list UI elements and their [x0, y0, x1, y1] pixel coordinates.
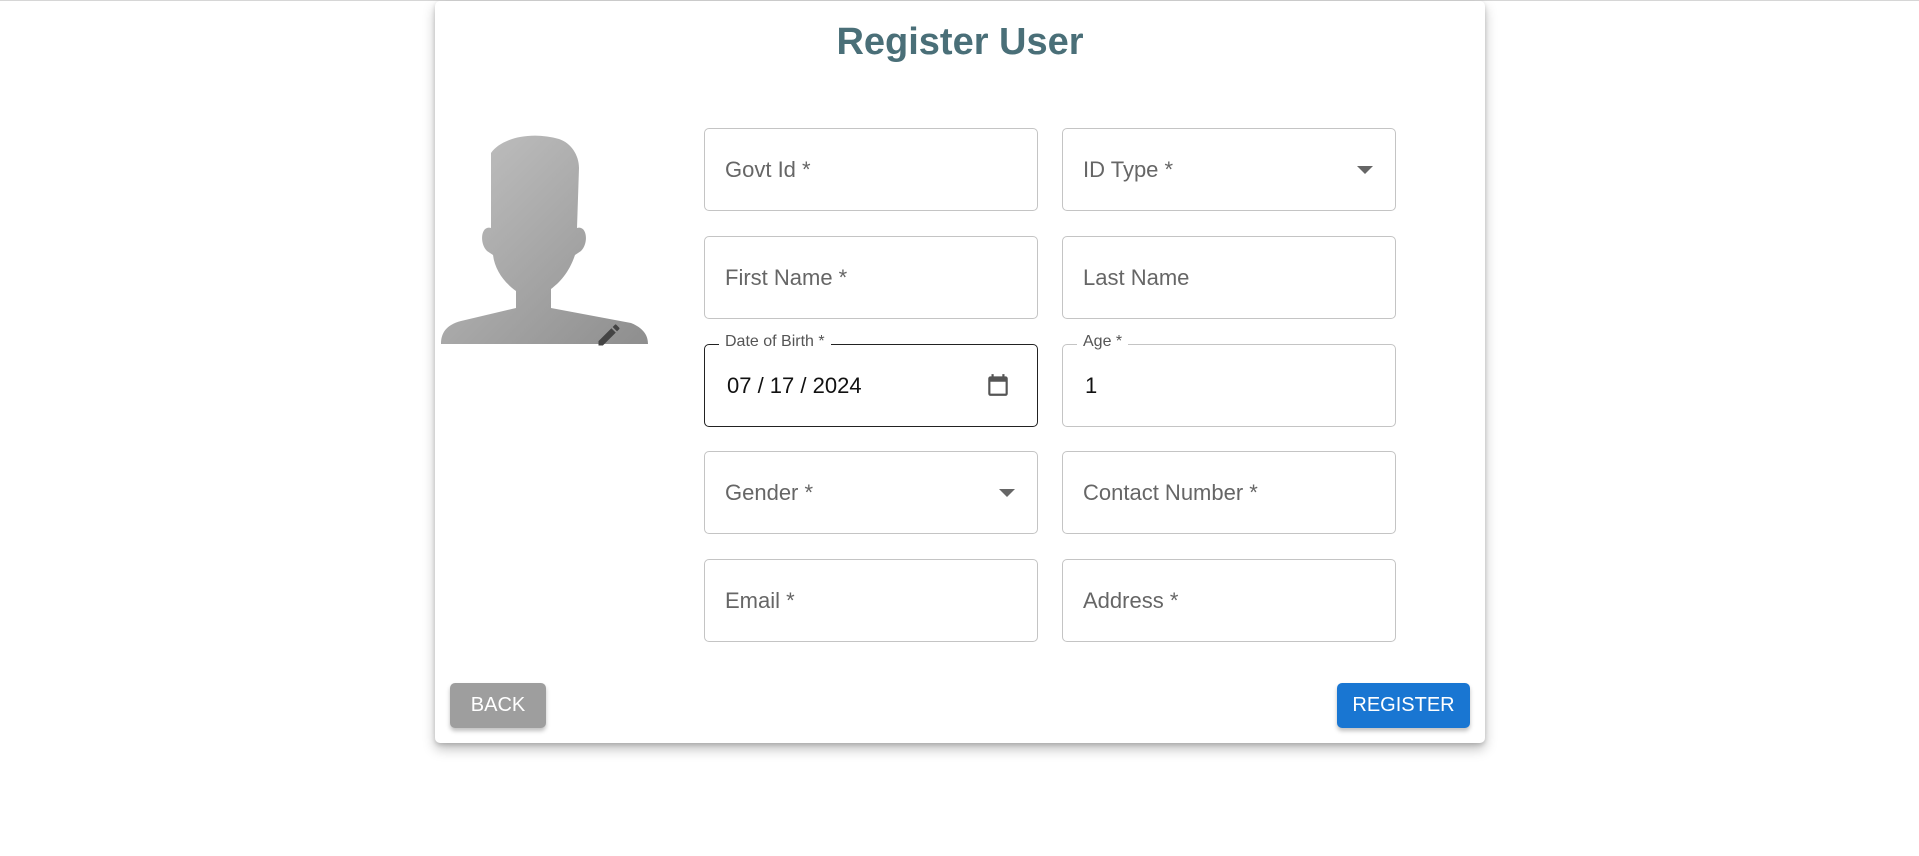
first-name-placeholder: First Name *: [725, 265, 848, 290]
contact-number-placeholder: Contact Number *: [1083, 480, 1258, 505]
govt-id-placeholder: Govt Id *: [725, 157, 811, 182]
age-label: Age *: [1077, 333, 1129, 351]
email-placeholder: Email *: [725, 588, 795, 613]
last-name-placeholder: Last Name: [1083, 265, 1190, 290]
id-type-select[interactable]: ID Type *: [1062, 128, 1396, 211]
email-input[interactable]: Email *: [704, 559, 1038, 642]
contact-number-input[interactable]: Contact Number *: [1062, 451, 1396, 534]
register-card: Register User Govt Id * ID Type * First …: [435, 1, 1485, 743]
avatar[interactable]: [441, 133, 649, 346]
date-of-birth-input[interactable]: Date of Birth * 07 / 17 / 2024: [704, 333, 1038, 427]
govt-id-input[interactable]: Govt Id *: [704, 128, 1038, 211]
id-type-placeholder: ID Type *: [1083, 157, 1174, 182]
edit-pencil-icon[interactable]: [595, 321, 623, 349]
gender-placeholder: Gender *: [725, 480, 814, 505]
date-of-birth-value: 07 / 17 / 2024: [727, 373, 862, 398]
page-title: Register User: [836, 21, 1084, 63]
user-silhouette-icon: [441, 135, 648, 344]
calendar-icon[interactable]: [985, 372, 1011, 398]
last-name-input[interactable]: Last Name: [1062, 236, 1396, 319]
first-name-input[interactable]: First Name *: [704, 236, 1038, 319]
gender-select[interactable]: Gender *: [704, 451, 1038, 534]
address-input[interactable]: Address *: [1062, 559, 1396, 642]
chevron-down-icon: [999, 489, 1015, 497]
register-button[interactable]: REGISTER: [1337, 683, 1470, 728]
age-value: 1: [1085, 373, 1098, 398]
age-input[interactable]: Age * 1: [1062, 333, 1396, 427]
back-button[interactable]: BACK: [450, 683, 546, 728]
date-of-birth-label: Date of Birth *: [719, 333, 831, 351]
address-placeholder: Address *: [1083, 588, 1179, 613]
chevron-down-icon: [1357, 166, 1373, 174]
